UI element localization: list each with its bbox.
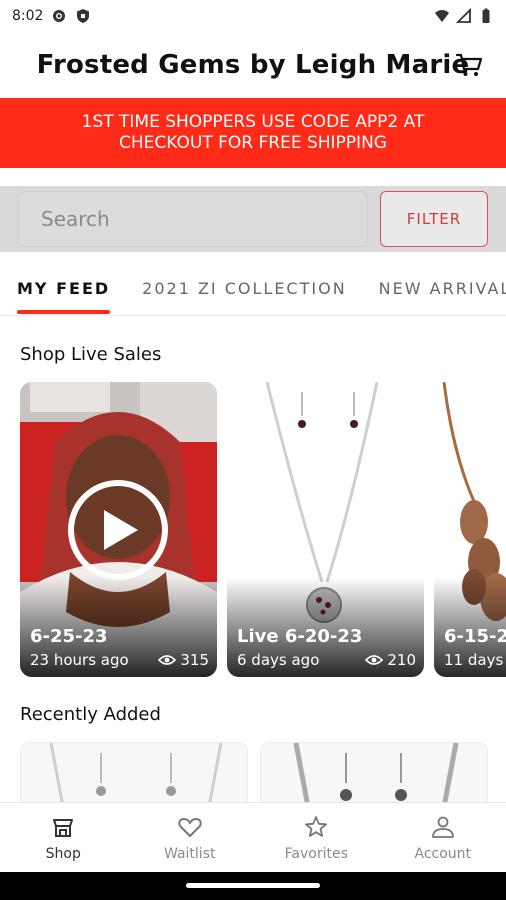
play-icon [104,510,138,550]
home-indicator[interactable] [186,883,320,888]
card-title: 6-25-23 [30,626,108,647]
live-sale-card[interactable]: Live 6-20-23 6 days ago 210 [227,382,424,677]
product-card[interactable] [260,742,488,802]
eye-icon [365,655,384,665]
promo-banner: 1ST TIME SHOPPERS USE CODE APP2 AT CHECK… [0,98,506,168]
person-icon [431,816,454,838]
product-image [293,743,459,802]
card-meta: 6 days ago 210 [237,651,416,669]
promo-text: 1ST TIME SHOPPERS USE CODE APP2 AT CHECK… [81,112,425,153]
shop-icon [53,818,74,837]
tab-label: 2021 ZI COLLECTION [142,279,347,298]
tab-2021-zi-collection[interactable]: 2021 ZI COLLECTION [142,262,347,315]
card-title: Live 6-20-23 [237,626,363,647]
filter-button[interactable]: FILTER [380,191,488,247]
active-tab-indicator [17,309,111,314]
product-image [49,743,223,802]
product-card[interactable] [20,742,248,802]
card-views: 210 [365,651,416,669]
battery-icon [482,8,490,23]
wifi-icon [435,10,449,22]
recently-added-list [20,742,506,802]
card-time: 6 days ago [237,651,320,669]
section-title-live-sales: Shop Live Sales [20,344,162,365]
app-title: Frosted Gems by Leigh Marie [36,50,470,80]
nav-label: Favorites [284,845,348,862]
cart-icon[interactable] [454,50,484,80]
search-input[interactable] [18,191,368,247]
nav-label: Waitlist [164,845,216,862]
live-sale-card[interactable]: 6-25-23 23 hours ago 315 [20,382,217,677]
tab-new-arrivals[interactable]: NEW ARRIVALS [378,262,506,315]
tab-label: MY FEED [17,279,111,298]
settings-icon [53,10,66,22]
search-bar: FILTER [0,186,506,252]
view-count: 210 [387,651,416,669]
shield-icon [77,9,90,23]
card-time: 23 hours ago [30,651,129,669]
nav-waitlist[interactable]: Waitlist [127,803,254,872]
heart-icon [178,817,202,837]
signal-icon [456,8,471,23]
bottom-nav: Shop Waitlist Favorites Account [0,802,506,872]
eye-icon [158,655,177,665]
card-title: 6-15-23 [444,626,506,647]
card-time: 11 days [444,651,504,669]
nav-shop[interactable]: Shop [0,803,127,872]
nav-favorites[interactable]: Favorites [253,803,380,872]
clock: 8:02 [12,8,44,24]
live-sale-card[interactable]: 6-15-23 11 days [434,382,506,677]
section-title-recently-added: Recently Added [20,704,161,725]
card-meta: 11 days [444,651,506,669]
live-sales-carousel: 6-25-23 23 hours ago 315 Live 6-20-23 6 … [20,382,506,678]
nav-label: Account [414,845,472,862]
nav-account[interactable]: Account [380,803,506,872]
nav-label: Shop [45,845,81,862]
status-bar: 8:02 [0,0,506,32]
tab-my-feed[interactable]: MY FEED [17,262,111,315]
star-icon [305,815,328,837]
card-views: 315 [158,651,209,669]
gesture-bar [0,872,506,900]
play-button[interactable] [68,480,168,580]
card-meta: 23 hours ago 315 [30,651,209,669]
app-header: Frosted Gems by Leigh Marie [0,32,506,98]
view-count: 315 [180,651,209,669]
category-tabs: MY FEED 2021 ZI COLLECTION NEW ARRIVALS [0,262,506,316]
tab-label: NEW ARRIVALS [378,279,506,298]
